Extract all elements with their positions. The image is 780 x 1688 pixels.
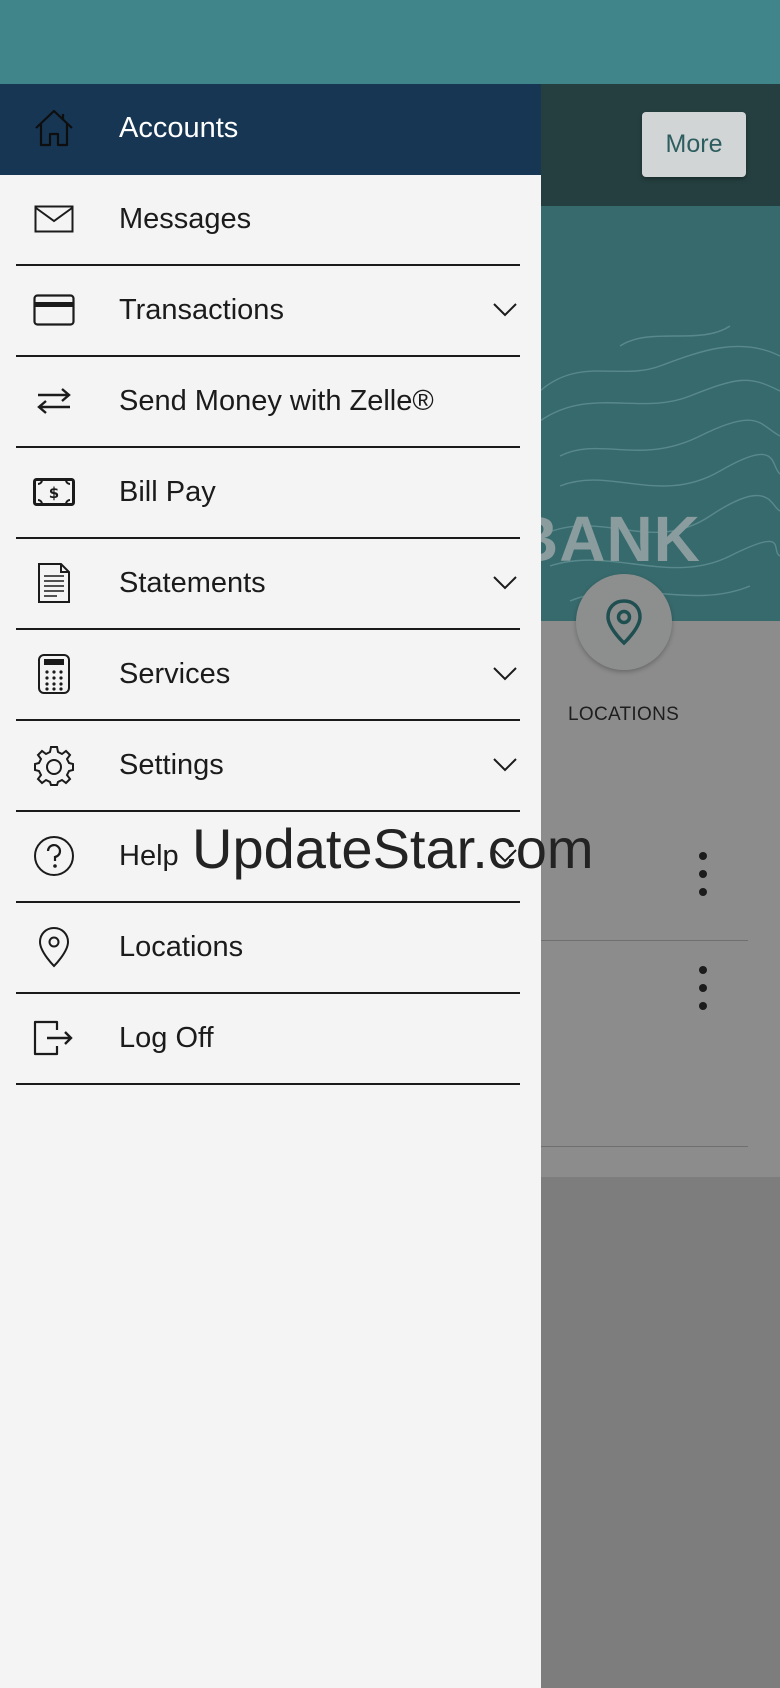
menu-item-label: Bill Pay [119, 476, 216, 508]
menu-item-settings[interactable]: Settings [16, 721, 520, 812]
locations-quick-label: LOCATIONS [568, 704, 680, 725]
chevron-down-icon[interactable] [492, 302, 518, 318]
home-icon [32, 106, 76, 150]
chevron-down-icon[interactable] [492, 575, 518, 591]
menu-item-bill-pay[interactable]: $ Bill Pay [16, 448, 520, 539]
status-bar [0, 0, 780, 84]
svg-text:$: $ [49, 484, 59, 502]
chevron-down-icon[interactable] [492, 757, 518, 773]
menu-item-label: Log Off [119, 1022, 214, 1054]
menu-item-transactions[interactable]: Transactions [16, 266, 520, 357]
logout-icon [32, 1016, 76, 1060]
menu-item-label: Services [119, 658, 231, 690]
chevron-down-icon[interactable] [492, 666, 518, 682]
more-button[interactable]: More [642, 112, 746, 177]
menu-item-label: Accounts [119, 112, 239, 144]
watermark: UpdateStar.com [192, 817, 594, 880]
gear-icon [32, 743, 76, 787]
locations-quick-button[interactable] [576, 574, 672, 670]
menu-item-zelle[interactable]: Send Money with Zelle® [16, 357, 520, 448]
envelope-icon [32, 197, 76, 241]
credit-card-icon [32, 288, 76, 332]
location-pin-icon [32, 925, 76, 969]
account-more-icon[interactable] [698, 852, 708, 896]
menu-item-accounts[interactable]: Accounts [16, 84, 520, 175]
calculator-icon [32, 652, 76, 696]
menu-item-messages[interactable]: Messages [16, 175, 520, 266]
location-pin-icon [606, 599, 642, 646]
account-divider [540, 940, 748, 941]
menu-item-label: Messages [119, 203, 252, 235]
navigation-drawer: Accounts Messages Transactions Send Mone… [0, 84, 541, 1688]
menu-item-label: Transactions [119, 294, 284, 326]
transfer-arrows-icon [32, 379, 76, 423]
help-circle-icon [32, 834, 76, 878]
account-more-icon[interactable] [698, 966, 708, 1010]
dollar-bill-icon: $ [32, 470, 76, 514]
menu-item-label: Locations [119, 931, 244, 963]
menu-item-log-off[interactable]: Log Off [16, 994, 520, 1085]
menu-item-label: Settings [119, 749, 224, 781]
menu-item-locations[interactable]: Locations [16, 903, 520, 994]
menu-item-services[interactable]: Services [16, 630, 520, 721]
menu-item-label: Statements [119, 567, 266, 599]
menu-item-label: Help [119, 840, 179, 872]
menu-item-label: Send Money with Zelle® [119, 385, 434, 417]
document-icon [32, 561, 76, 605]
menu-item-statements[interactable]: Statements [16, 539, 520, 630]
account-divider [540, 1146, 748, 1147]
